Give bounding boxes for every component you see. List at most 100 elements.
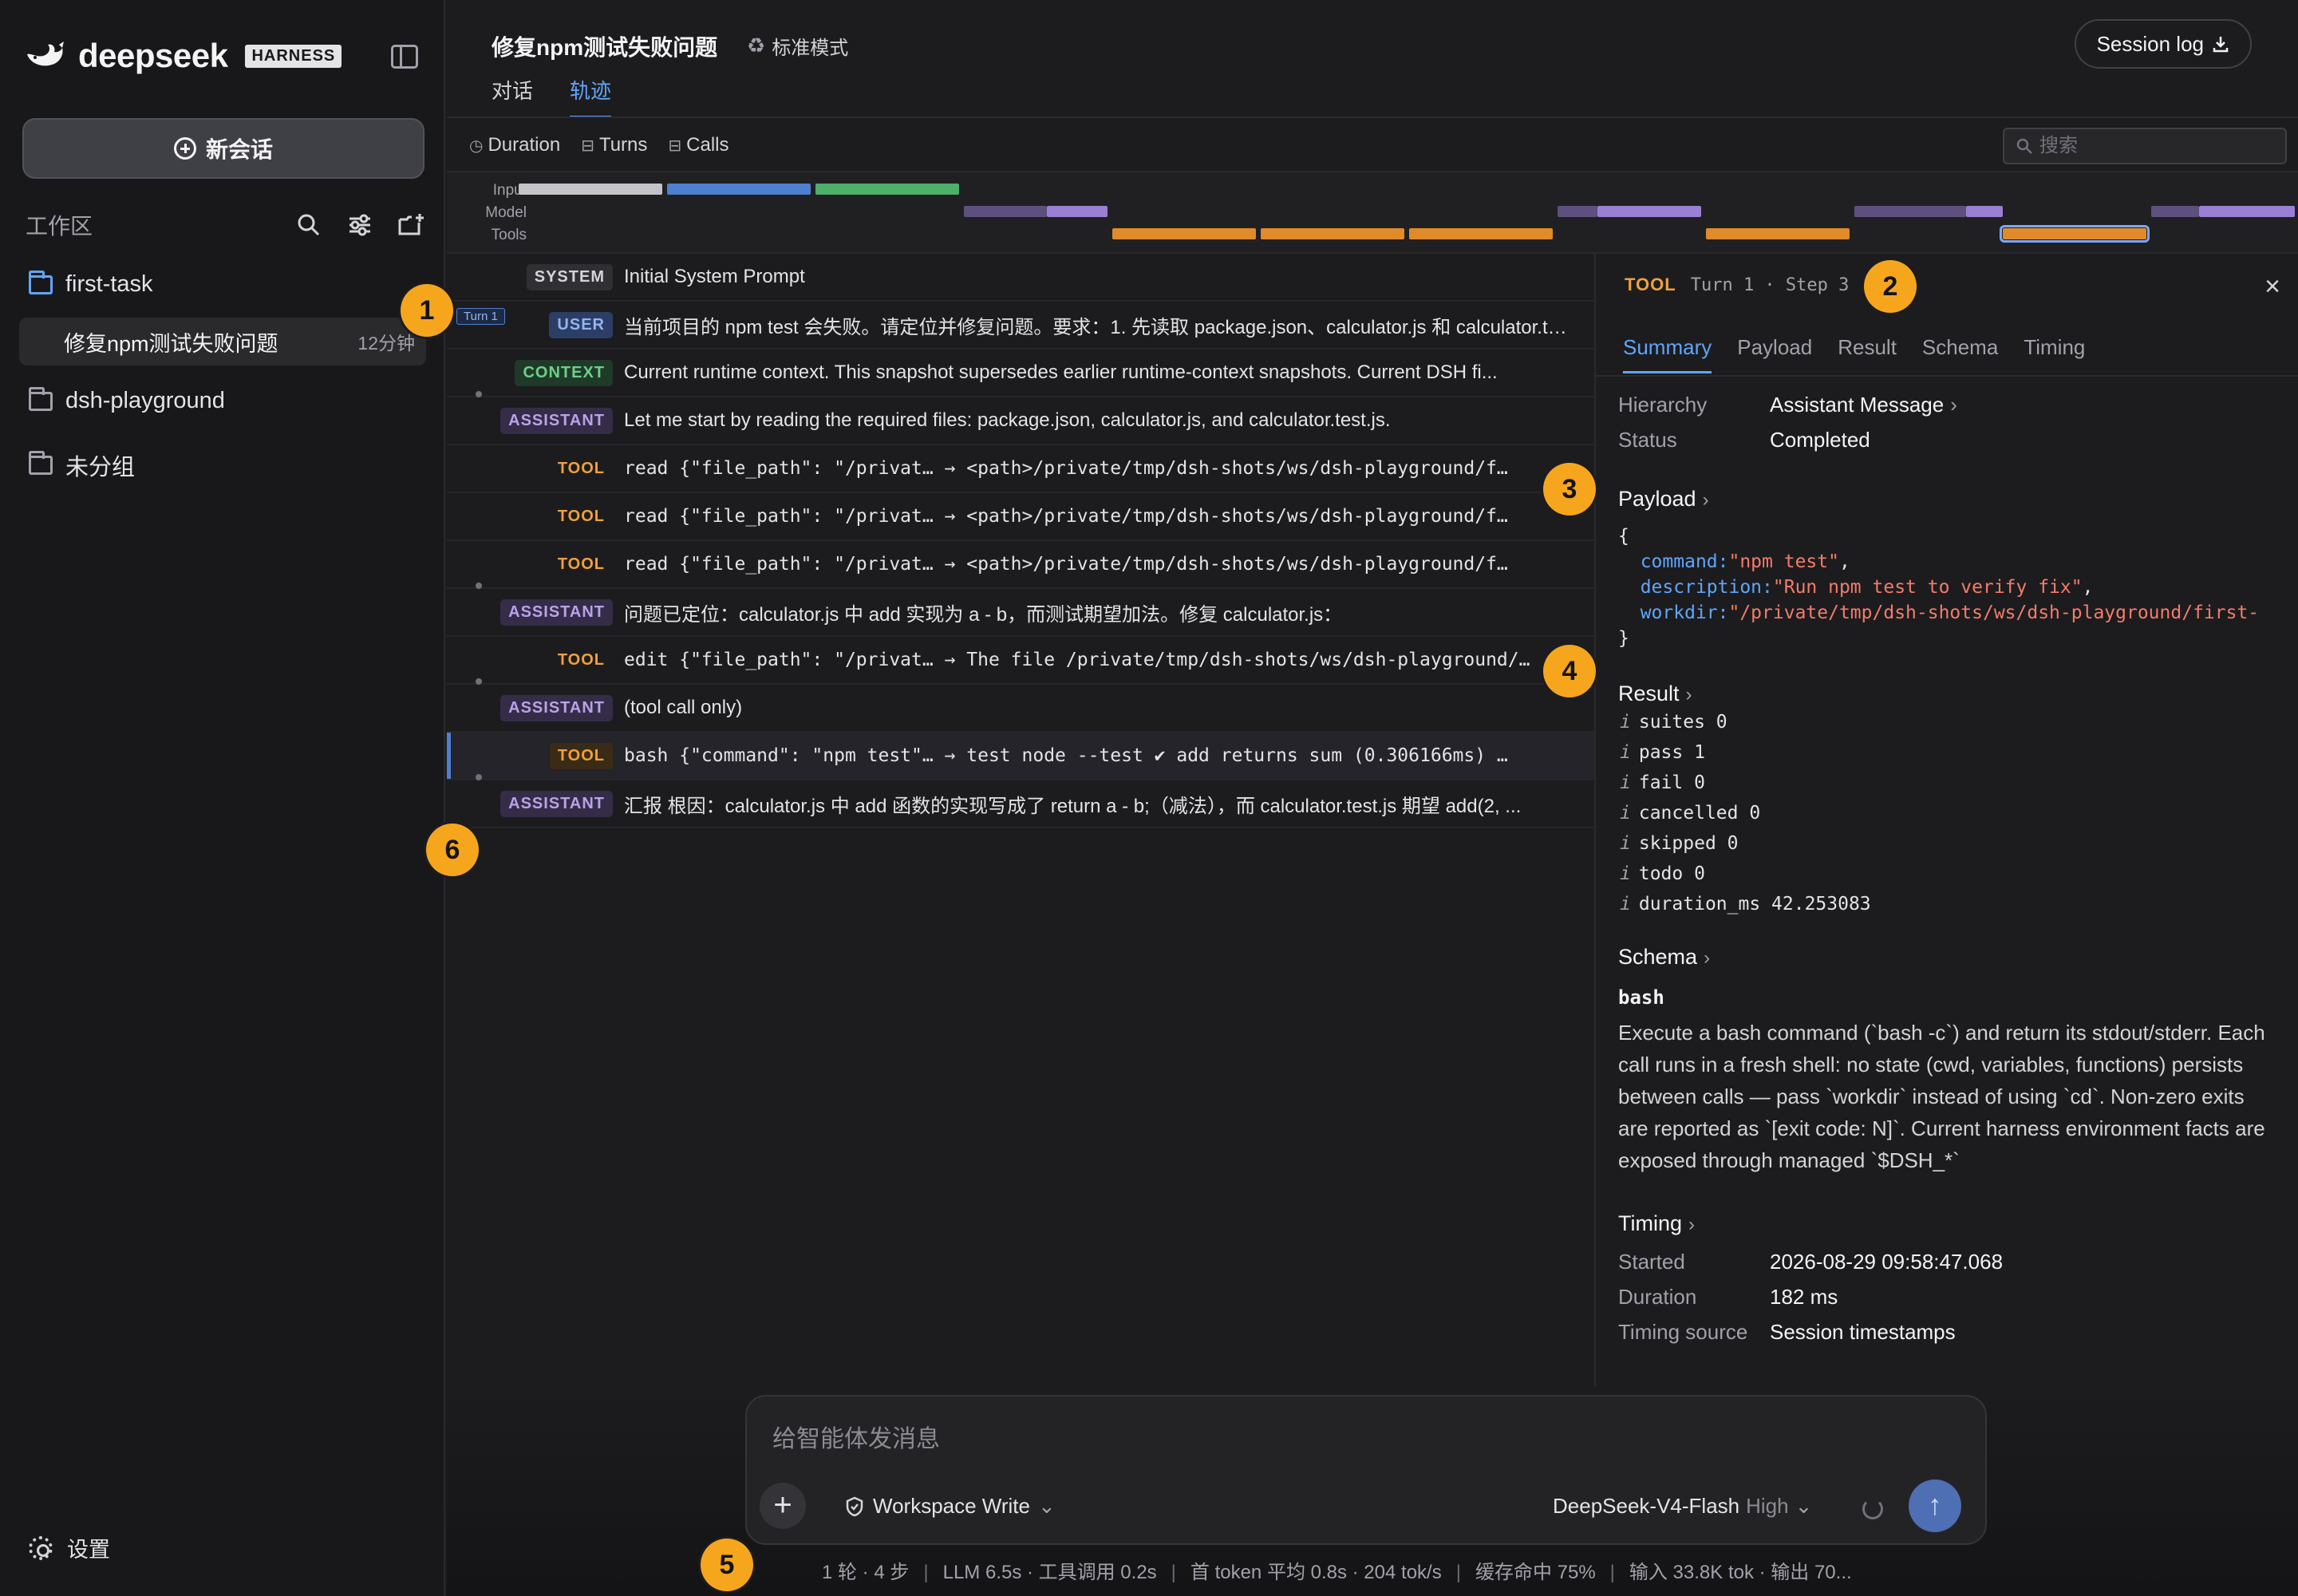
info-icon: i xyxy=(1620,803,1631,824)
folder-ungrouped[interactable]: 未分组 xyxy=(29,448,135,482)
payload-section-header[interactable]: Payload › xyxy=(1618,487,1709,512)
header-divider xyxy=(447,117,2298,118)
brace-close: } xyxy=(1618,628,1629,649)
folder-dsh-playground[interactable]: dsh-playground xyxy=(29,386,225,414)
message-input[interactable]: 给智能体发消息 xyxy=(772,1419,940,1454)
event-row[interactable]: SYSTEM Initial System Prompt xyxy=(447,254,1596,302)
event-row-selected[interactable]: TOOL bash {"command": "npm test"… → test… xyxy=(447,733,1596,780)
sidebar-toggle-icon[interactable] xyxy=(391,45,418,69)
timing-label: Duration xyxy=(1618,1285,1697,1309)
duration-filter[interactable]: ◷ Duration xyxy=(469,134,560,156)
session-log-button[interactable]: Session log xyxy=(2074,19,2252,69)
event-row[interactable]: TOOL edit {"file_path": "/privat… → The … xyxy=(447,637,1596,685)
detail-tabs-divider xyxy=(1596,375,2298,377)
new-folder-icon[interactable] xyxy=(397,211,424,239)
timeline-bar-model[interactable] xyxy=(2151,206,2199,217)
workspace-label: 工作区 xyxy=(26,214,93,239)
schema-section-header[interactable]: Schema › xyxy=(1618,945,1710,970)
settings-button[interactable]: 设置 xyxy=(29,1532,110,1563)
tab-payload[interactable]: Payload xyxy=(1737,335,1812,373)
close-icon[interactable]: × xyxy=(2264,271,2280,302)
workspace-header: 工作区 xyxy=(26,209,424,241)
event-row[interactable]: TOOL read {"file_path": "/privat… → <pat… xyxy=(447,541,1596,589)
tab-result[interactable]: Result xyxy=(1838,335,1897,373)
event-summary: Let me start by reading the required fil… xyxy=(624,409,1391,431)
timeline-bar-system[interactable] xyxy=(519,184,662,195)
payload-value: "Run npm test to verify fix" xyxy=(1772,577,2083,598)
event-row[interactable]: ASSISTANT 问题已定位：calculator.js 中 add 实现为 … xyxy=(447,583,1596,637)
timeline-bar-model[interactable] xyxy=(964,206,1047,217)
tab-timing[interactable]: Timing xyxy=(2024,335,2085,373)
timeline-bar-model[interactable] xyxy=(1047,206,1108,217)
event-row[interactable]: TOOL read {"file_path": "/privat… → <pat… xyxy=(447,493,1596,541)
kind-badge: TOOL xyxy=(557,507,605,525)
hierarchy-link[interactable]: Assistant Message › xyxy=(1770,393,1957,417)
brand-name: deepseek xyxy=(78,37,228,74)
event-row[interactable]: ASSISTANT (tool call only) xyxy=(447,678,1596,733)
calls-filter[interactable]: ⊟ Calls xyxy=(668,134,728,156)
mode-indicator[interactable]: ♻ 标准模式 xyxy=(747,32,848,60)
new-chat-button[interactable]: 新会话 xyxy=(22,118,424,179)
folder-icon xyxy=(29,386,53,411)
permission-selector[interactable]: Workspace Write ⌄ xyxy=(844,1494,1056,1519)
session-item-active[interactable]: 修复npm测试失败问题 12分钟 xyxy=(19,318,426,365)
timeline-bar-user[interactable] xyxy=(667,184,811,195)
status-cache-hit: 缓存命中 75% xyxy=(1475,1562,1596,1583)
tab-summary[interactable]: Summary xyxy=(1623,335,1712,373)
tab-schema[interactable]: Schema xyxy=(1922,335,1998,373)
status-row: Status Completed xyxy=(1618,428,1870,452)
timeline-bar-tool[interactable] xyxy=(1706,228,1850,239)
event-row[interactable]: ASSISTANT Let me start by reading the re… xyxy=(447,391,1596,445)
folder-first-task[interactable]: first-task xyxy=(29,270,153,298)
timeline-bar-context[interactable] xyxy=(815,184,959,195)
info-icon: i xyxy=(1620,863,1631,884)
turns-filter[interactable]: ⊟ Turns xyxy=(581,134,647,156)
timeline-bar-model[interactable] xyxy=(1966,206,2003,217)
tab-conversation[interactable]: 对话 xyxy=(492,75,533,118)
filter-sliders-icon[interactable] xyxy=(346,211,373,239)
view-tabs: 对话 轨迹 xyxy=(492,75,612,118)
gear-icon xyxy=(29,1535,53,1560)
timing-label: Started xyxy=(1618,1250,1685,1274)
timeline-bar-model[interactable] xyxy=(1558,206,1597,217)
turns-label: Turns xyxy=(598,134,648,156)
detail-panel: TOOL Turn 1 · Step 3 × Summary Payload R… xyxy=(1596,254,2298,1387)
timing-section-header[interactable]: Timing › xyxy=(1618,1211,1695,1236)
timeline-bar-tool[interactable] xyxy=(1261,228,1404,239)
callout-marker: 2 xyxy=(1864,260,1917,313)
info-icon: i xyxy=(1620,772,1631,793)
result-title: Result xyxy=(1618,681,1680,705)
folder-label: dsh-playground xyxy=(65,388,225,413)
settings-label: 设置 xyxy=(67,1538,110,1562)
status-llm-time: LLM 6.5s · 工具调用 0.2s xyxy=(942,1562,1157,1583)
timeline-bar-model[interactable] xyxy=(1597,206,1701,217)
timeline-bar-model[interactable] xyxy=(1854,206,1966,217)
status-token-speed: 首 token 平均 0.8s · 204 tok/s xyxy=(1190,1562,1442,1583)
attach-plus-button[interactable]: + xyxy=(760,1483,806,1529)
timeline-bar-tool[interactable] xyxy=(1409,228,1553,239)
search-icon xyxy=(2016,138,2032,154)
event-row[interactable]: Turn 1 USER 当前项目的 npm test 会失败。请定位并修复问题。… xyxy=(447,302,1596,350)
sidebar: deepseek HARNESS 新会话 工作区 first-task 修复np… xyxy=(0,0,445,1596)
result-section-header[interactable]: Result › xyxy=(1618,681,1692,706)
event-row[interactable]: TOOL read {"file_path": "/privat… → <pat… xyxy=(447,445,1596,493)
connector-dot xyxy=(476,391,482,397)
event-list: SYSTEM Initial System Prompt Turn 1 USER… xyxy=(447,254,1596,828)
schema-title: Schema xyxy=(1618,945,1698,969)
search-input[interactable] xyxy=(2039,135,2271,157)
event-row[interactable]: CONTEXT Current runtime context. This sn… xyxy=(447,350,1596,397)
event-row[interactable]: ASSISTANT 汇报 根因：calculator.js 中 add 函数的实… xyxy=(447,774,1596,828)
event-summary: read {"file_path": "/privat… → <path>/pr… xyxy=(624,506,1508,527)
tab-trace[interactable]: 轨迹 xyxy=(570,75,612,118)
kind-badge: TOOL xyxy=(557,555,605,573)
timeline-bar-tool-selected[interactable] xyxy=(2000,225,2150,243)
timeline-bar-model[interactable] xyxy=(2199,206,2295,217)
permission-label: Workspace Write xyxy=(873,1494,1030,1518)
event-summary: bash {"command": "npm test"… → test node… xyxy=(624,745,1508,766)
send-button[interactable]: ↑ xyxy=(1909,1479,1961,1532)
timeline-bar-tool[interactable] xyxy=(1112,228,1256,239)
model-selector[interactable]: DeepSeek-V4-Flash High ⌄ xyxy=(1553,1494,1812,1519)
search-icon[interactable] xyxy=(295,211,322,239)
folder-icon xyxy=(29,451,53,475)
message-composer: 给智能体发消息 + Workspace Write ⌄ DeepSeek-V4-… xyxy=(745,1395,1987,1545)
